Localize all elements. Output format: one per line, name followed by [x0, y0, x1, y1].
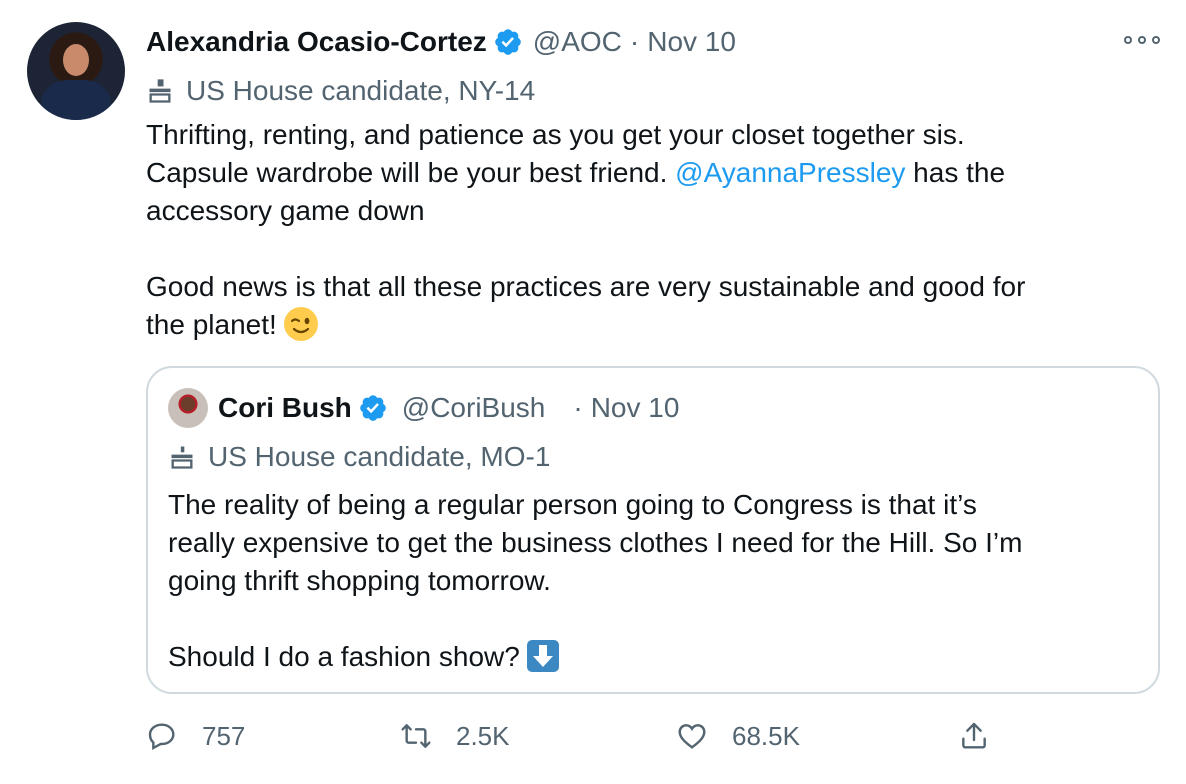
- retweet-count: 2.5K: [456, 720, 510, 751]
- quoted-government-label: US House candidate, MO-1: [168, 438, 550, 476]
- avatar-face: [63, 44, 89, 76]
- tweet-text-line: Good news is that all these practices ar…: [146, 271, 1026, 302]
- government-label-text[interactable]: US House candidate, NY-14: [186, 75, 535, 107]
- more-options-icon[interactable]: [1124, 30, 1160, 50]
- like-icon: [678, 724, 706, 749]
- separator-dot: ·: [629, 26, 640, 57]
- quoted-author-name: Cori Bush: [218, 392, 352, 423]
- quoted-text-line: really expensive to get the business clo…: [168, 527, 1023, 558]
- quoted-tweet-header: Cori Bush @CoriBush · Nov 10: [168, 388, 679, 428]
- down-arrow-emoji-icon: [526, 640, 559, 672]
- mention-link[interactable]: @AyannaPressley: [675, 157, 905, 188]
- tweet-header: Alexandria Ocasio-Cortez @AOC · Nov 10: [146, 24, 736, 60]
- reply-count: 757: [202, 720, 246, 751]
- tweet-text: Thrifting, renting, and patience as you …: [146, 116, 1146, 344]
- tweet-text-line: has the: [905, 157, 1006, 188]
- tweet-text-line: Capsule wardrobe will be your best frien…: [146, 157, 676, 188]
- quoted-text-line: going thrift shopping tomorrow.: [168, 565, 551, 596]
- reply-button[interactable]: 757: [146, 716, 245, 756]
- share-button[interactable]: [958, 716, 990, 756]
- government-label: US House candidate, NY-14: [146, 72, 535, 110]
- avatar-body: [41, 80, 111, 120]
- author-handle[interactable]: @AOC: [533, 26, 622, 58]
- retweet-icon: [401, 724, 431, 748]
- verified-badge-icon: [358, 393, 388, 423]
- quoted-tweet-card[interactable]: Cori Bush @CoriBush · Nov 10 US House ca…: [146, 366, 1160, 694]
- like-count: 68.5K: [732, 720, 800, 751]
- quoted-government-label-text: US House candidate, MO-1: [208, 441, 551, 472]
- ballot-box-icon: [171, 446, 193, 469]
- tweet-text-line: accessory game down: [146, 195, 425, 226]
- author-name[interactable]: Alexandria Ocasio-Cortez: [146, 26, 487, 58]
- quoted-author-avatar: [168, 388, 208, 428]
- quoted-text-line: The reality of being a regular person go…: [168, 489, 977, 520]
- retweet-button[interactable]: 2.5K: [400, 716, 510, 756]
- tweet-text-line: Thrifting, renting, and patience as you …: [146, 119, 965, 150]
- quoted-tweet-date: Nov 10: [590, 392, 680, 423]
- like-button[interactable]: 68.5K: [676, 716, 800, 756]
- ballot-box-icon: [149, 79, 171, 103]
- quoted-text-line: Should I do a fashion show?: [168, 641, 520, 672]
- more-dot: [1138, 36, 1146, 44]
- verified-badge-icon: [493, 27, 523, 57]
- tweet-actions: 757 2.5K 68.5K: [146, 716, 1006, 756]
- author-avatar[interactable]: [27, 22, 125, 120]
- more-dot: [1152, 36, 1160, 44]
- separator-dot: ·: [573, 392, 583, 423]
- quoted-tweet-text: The reality of being a regular person go…: [168, 486, 1138, 676]
- tweet-text-line: the planet!: [146, 309, 277, 340]
- reply-icon: [148, 723, 175, 751]
- wink-emoji-icon: [283, 307, 318, 341]
- more-dot: [1124, 36, 1132, 44]
- tweet-date[interactable]: Nov 10: [647, 26, 736, 58]
- quoted-author-handle: @CoriBush: [401, 392, 546, 423]
- share-icon: [962, 722, 986, 749]
